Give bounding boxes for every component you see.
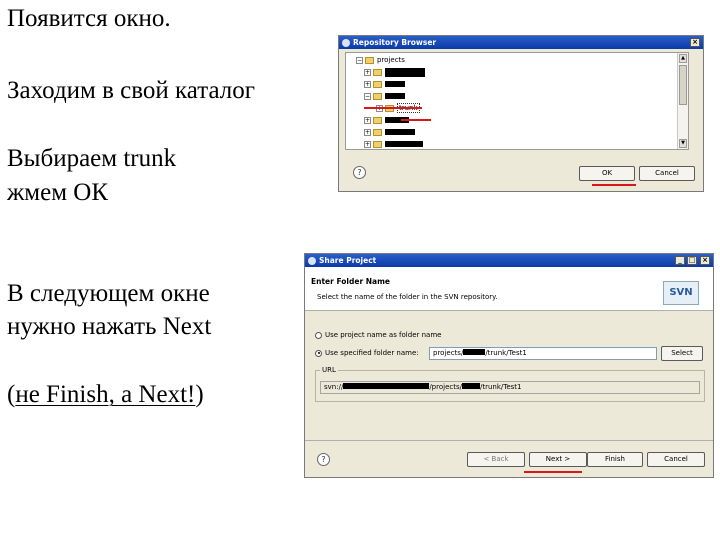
url-prefix: svn:// <box>324 383 344 391</box>
radio-project-name[interactable] <box>315 331 322 339</box>
folder-icon <box>365 56 374 64</box>
redacted-label <box>385 141 423 147</box>
redacted-text <box>463 349 486 355</box>
slide-text-2: Заходим в свой каталог <box>7 77 256 104</box>
folder-icon <box>373 140 382 148</box>
folder-icon <box>373 80 382 88</box>
annotation-underline-trunk <box>401 119 431 121</box>
slide-text-3a: Выбираем trunk <box>7 145 177 172</box>
tree-item-user[interactable]: − <box>364 91 405 101</box>
url-group: URL svn:// /projects/ /trunk/Test1 <box>315 366 705 402</box>
scroll-up-icon[interactable]: ▲ <box>679 54 687 63</box>
redacted-text <box>343 383 430 389</box>
minimize-icon[interactable]: _ <box>675 256 685 265</box>
radio-specified-name[interactable] <box>315 349 322 357</box>
select-button[interactable]: Select <box>661 346 703 361</box>
slide-text-4a: В следующем окне <box>7 280 210 307</box>
ok-button[interactable]: OK <box>579 166 635 181</box>
tree-item-label: projects <box>377 56 405 64</box>
folder-icon <box>373 68 382 76</box>
folder-icon <box>373 92 382 100</box>
expand-icon[interactable]: + <box>364 80 371 88</box>
svn-logo-text: SVN <box>669 287 693 298</box>
redacted-label <box>385 129 415 135</box>
slide-text-1: Появится окно. <box>7 5 171 32</box>
slide-text-3b: жмем ОК <box>7 179 108 206</box>
option-specified-name-label: Use specified folder name: <box>325 349 419 357</box>
option-project-name[interactable]: Use project name as folder name <box>315 331 441 339</box>
annotation-underline-next <box>524 471 582 473</box>
cancel-button[interactable]: Cancel <box>647 452 705 467</box>
wizard-footer-separator <box>305 440 713 441</box>
next-button[interactable]: Next > <box>529 452 587 467</box>
tree-item-projects[interactable]: − projects <box>356 55 405 65</box>
url-group-label: URL <box>320 366 338 374</box>
folder-name-field[interactable]: projects/ /trunk/Test1 <box>429 347 657 360</box>
expand-icon[interactable]: + <box>364 128 371 136</box>
help-icon[interactable]: ? <box>317 453 330 466</box>
repository-browser-titlebar: Repository Browser × <box>339 36 703 49</box>
url-field[interactable]: svn:// /projects/ /trunk/Test1 <box>320 381 700 394</box>
repository-browser-title: Repository Browser <box>353 38 437 47</box>
option-project-name-label: Use project name as folder name <box>325 331 442 339</box>
redacted-label <box>385 93 405 99</box>
share-project-titlebar: Share Project _ □ × <box>305 254 713 267</box>
annotation-underline-user <box>364 107 422 109</box>
repository-browser-dialog: Repository Browser × − projects + + − + … <box>338 35 704 192</box>
share-project-dialog: Share Project _ □ × Enter Folder Name Se… <box>304 253 714 478</box>
tree-item[interactable]: + <box>364 139 423 149</box>
eclipse-icon <box>308 256 316 265</box>
folder-icon <box>373 128 382 136</box>
tree-item[interactable]: + <box>364 67 425 77</box>
share-project-title: Share Project <box>319 256 377 265</box>
scroll-down-icon[interactable]: ▼ <box>679 139 687 148</box>
maximize-icon[interactable]: □ <box>687 256 697 265</box>
slide-text-5-underlined: не Finish, а Next! <box>15 381 196 408</box>
option-specified-name[interactable]: Use specified folder name: <box>315 349 419 357</box>
slide-text-5: (не Finish, а Next!) <box>7 378 204 411</box>
vertical-scrollbar[interactable]: ▲ ▼ <box>677 53 688 149</box>
scrollbar-thumb[interactable] <box>679 65 687 105</box>
collapse-icon[interactable]: − <box>356 56 363 64</box>
wizard-description: Select the name of the folder in the SVN… <box>317 293 498 301</box>
close-icon[interactable]: × <box>700 256 710 265</box>
url-middle: /projects/ <box>429 383 462 391</box>
folder-value-suffix: /trunk/Test1 <box>485 349 527 357</box>
expand-icon[interactable]: + <box>364 140 371 148</box>
back-button[interactable]: < Back <box>467 452 525 467</box>
eclipse-icon <box>342 38 350 47</box>
folder-value-prefix: projects/ <box>433 349 464 357</box>
tree-item[interactable]: + <box>364 79 405 89</box>
close-icon[interactable]: × <box>690 38 700 47</box>
help-icon[interactable]: ? <box>353 166 366 179</box>
paren-close: ) <box>195 381 204 408</box>
svn-logo-icon: SVN <box>663 281 699 305</box>
wizard-header: Enter Folder Name Select the name of the… <box>305 267 713 311</box>
cancel-button[interactable]: Cancel <box>639 166 695 181</box>
repository-tree[interactable]: − projects + + − + trunk + <box>345 52 689 150</box>
finish-button[interactable]: Finish <box>587 452 643 467</box>
folder-icon <box>373 116 382 124</box>
expand-icon[interactable]: + <box>364 68 371 76</box>
expand-icon[interactable]: + <box>364 116 371 124</box>
annotation-underline-ok <box>592 184 636 186</box>
collapse-icon[interactable]: − <box>364 92 371 100</box>
slide-text-4b: нужно нажать Next <box>7 313 212 340</box>
url-suffix: /trunk/Test1 <box>479 383 522 391</box>
tree-item[interactable]: + <box>364 127 415 137</box>
redacted-label <box>385 67 425 77</box>
redacted-text <box>461 383 480 389</box>
redacted-label <box>385 81 405 87</box>
wizard-heading: Enter Folder Name <box>311 277 390 286</box>
